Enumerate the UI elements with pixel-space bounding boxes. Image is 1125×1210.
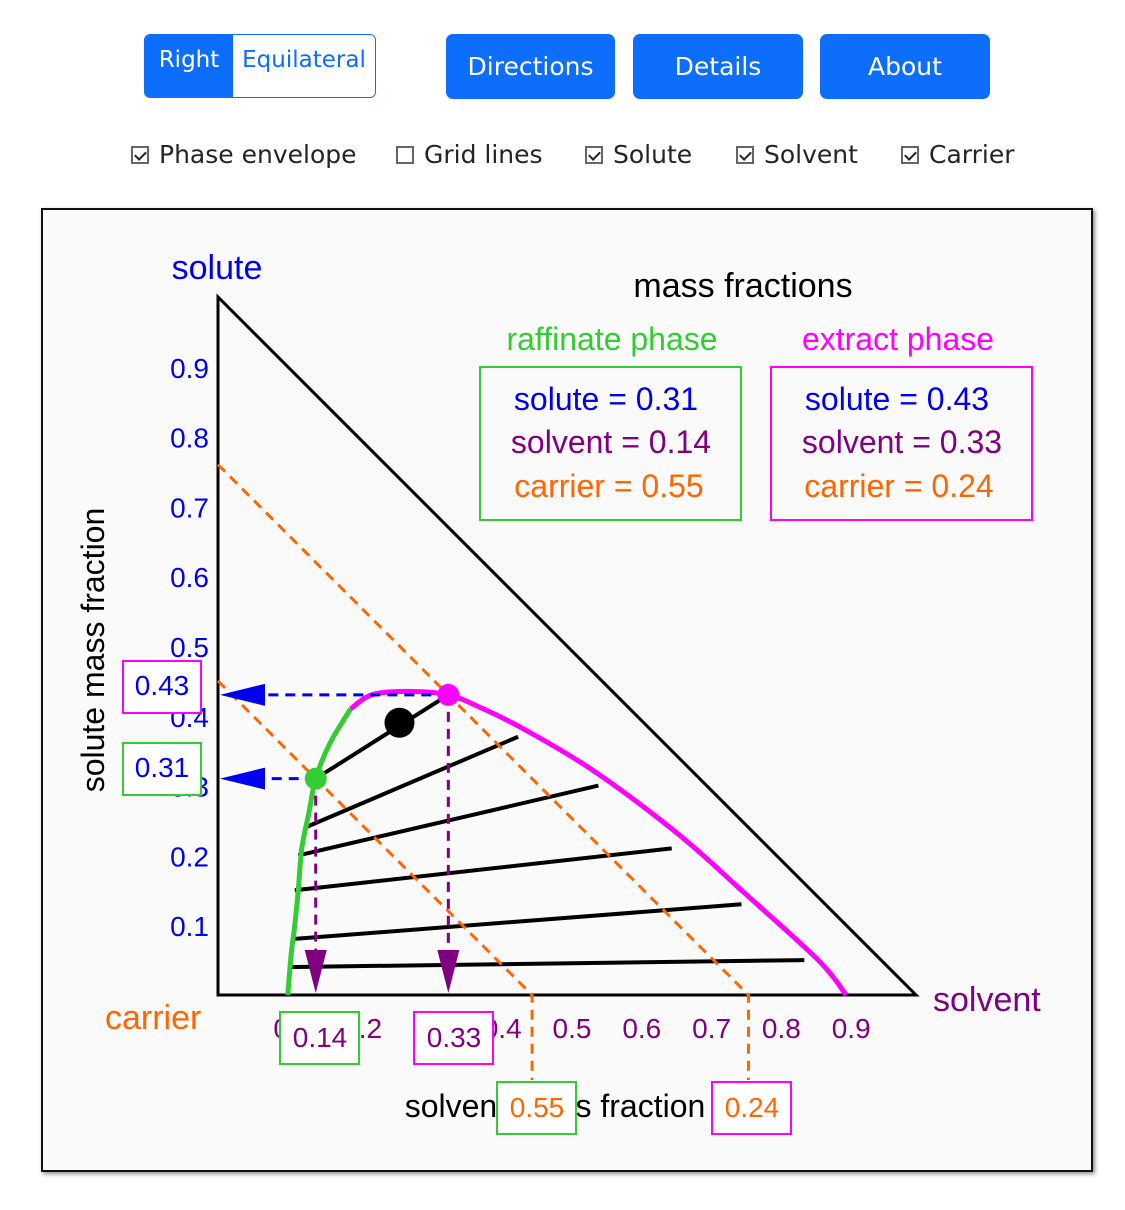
carrier-corner-label: carrier bbox=[105, 999, 201, 1037]
tie-line bbox=[304, 734, 519, 830]
y-tick-label: 0.5 bbox=[170, 632, 209, 663]
x-tick-label: 0.9 bbox=[832, 1013, 871, 1044]
tie-line bbox=[291, 902, 742, 942]
arrowhead-icon bbox=[220, 767, 265, 790]
extract-solvent-tag: 0.33 bbox=[427, 1022, 482, 1053]
arrowhead-icon bbox=[220, 683, 265, 706]
tie-line bbox=[287, 958, 805, 970]
solute-corner-label: solute bbox=[172, 249, 263, 287]
y-tick-label: 0.6 bbox=[170, 562, 209, 593]
arrowhead-icon bbox=[304, 950, 327, 993]
raffinate-carrier-tag: 0.55 bbox=[510, 1092, 565, 1123]
x-tick-label: 0.5 bbox=[553, 1013, 592, 1044]
extract-point[interactable] bbox=[437, 683, 460, 706]
extract-carrier-tag: 0.24 bbox=[725, 1092, 780, 1123]
x-tick-label: 0.6 bbox=[622, 1013, 661, 1044]
y-tick-label: 0.1 bbox=[170, 911, 209, 942]
y-tick-label: 0.9 bbox=[170, 353, 209, 384]
carrier-isoline bbox=[216, 463, 750, 1080]
solvent-corner-label: solvent bbox=[933, 981, 1041, 1019]
extract-solute-value: solute = 0.43 bbox=[805, 381, 989, 417]
mass-fractions-title: mass fractions bbox=[633, 267, 852, 305]
x-tick-label: 0.7 bbox=[692, 1013, 731, 1044]
y-tick-label: 0.8 bbox=[170, 423, 209, 454]
raffinate-carrier-value: carrier = 0.55 bbox=[514, 468, 703, 504]
y-tick-label: 0.7 bbox=[170, 492, 209, 523]
ternary-diagram[interactable]: 0.10.20.30.40.50.60.70.80.90.10.20.30.40… bbox=[0, 0, 1125, 1210]
extract-carrier-value: carrier = 0.24 bbox=[804, 468, 993, 504]
mixture-point-handle[interactable] bbox=[384, 707, 415, 738]
raffinate-solvent-value: solvent = 0.14 bbox=[511, 424, 711, 460]
raffinate-point[interactable] bbox=[304, 767, 327, 790]
x-tick-label: 0.8 bbox=[762, 1013, 801, 1044]
y-axis-label: solute mass fraction bbox=[75, 508, 111, 793]
tie-line bbox=[294, 846, 672, 893]
extract-solvent-value: solvent = 0.33 bbox=[802, 424, 1002, 460]
arrowhead-icon bbox=[437, 950, 460, 993]
raffinate-solute-tag: 0.31 bbox=[135, 752, 190, 783]
raffinate-solvent-tag: 0.14 bbox=[293, 1022, 348, 1053]
extract-solute-tag: 0.43 bbox=[135, 670, 190, 701]
raffinate-solute-value: solute = 0.31 bbox=[514, 381, 698, 417]
extract-phase-title: extract phase bbox=[802, 321, 994, 357]
raffinate-phase-title: raffinate phase bbox=[506, 321, 717, 357]
y-tick-label: 0.2 bbox=[170, 841, 209, 872]
